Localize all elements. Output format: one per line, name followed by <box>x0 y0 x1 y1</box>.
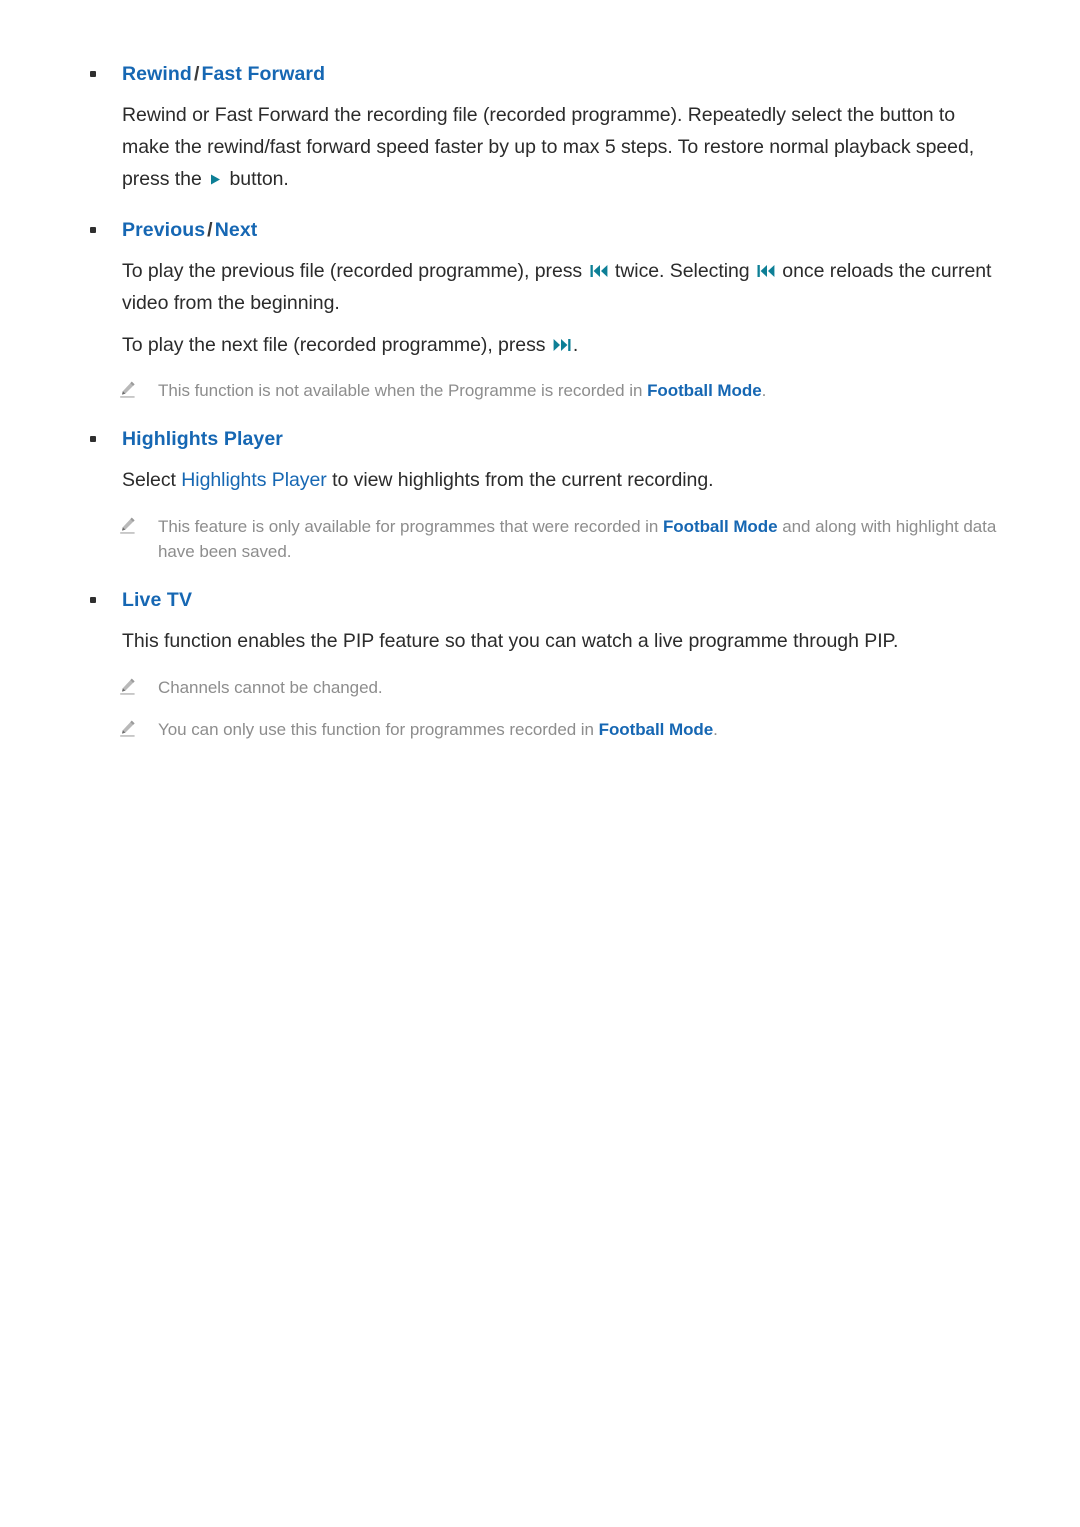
note-text: You can only use this function for progr… <box>158 720 718 739</box>
heading-secondary[interactable]: Next <box>215 219 258 241</box>
skip-back-icon <box>757 264 775 278</box>
bullet-heading-row: Previous / Next <box>80 218 1000 242</box>
pencil-note-icon <box>118 516 138 536</box>
text-run: To play the previous file (recorded prog… <box>122 260 588 283</box>
skip-forward-icon <box>553 338 571 352</box>
inline-term-bold: Football Mode <box>598 720 714 740</box>
text-run: This feature is only available for progr… <box>158 516 663 536</box>
text-run: . <box>761 381 767 401</box>
heading-primary[interactable]: Live TV <box>122 589 192 611</box>
bullet-dot-icon <box>90 71 96 77</box>
document-content: Rewind / Fast Forward Rewind or Fast Forwar… <box>80 62 1000 743</box>
section-highlights-player: Highlights Player Select Highlights Playe… <box>80 427 1000 565</box>
note-note-football-mode-unavailable: This function is not available when the … <box>80 378 1000 404</box>
text-run: to view highlights from the current reco… <box>326 469 714 492</box>
heading-rewind-fast-forward: Rewind / Fast Forward <box>122 62 1000 86</box>
inline-term-bold: Football Mode <box>647 381 762 401</box>
paragraph-live-tv-body: This function enables the PIP feature so… <box>80 626 1000 658</box>
text-run: twice. Selecting <box>609 260 755 283</box>
inline-term-bold: Football Mode <box>662 516 778 536</box>
heading-primary[interactable]: Rewind <box>122 63 192 85</box>
section-live-tv: Live TV This function enables the PIP fea… <box>80 588 1000 743</box>
note-text: This feature is only available for progr… <box>158 517 996 562</box>
bullet-dot-icon <box>90 227 96 234</box>
paragraph-rewind-body: Rewind or Fast Forward the recording fil… <box>80 100 1000 195</box>
play-icon <box>209 173 222 186</box>
text-run: This function enables the PIP feature so… <box>122 630 899 653</box>
heading-highlights-player: Highlights Player <box>122 427 1000 451</box>
text-run: . <box>572 333 579 356</box>
bullet-dot-icon <box>90 435 96 442</box>
heading-separator: / <box>207 219 213 242</box>
heading-secondary[interactable]: Fast Forward <box>201 63 325 85</box>
inline-term: Highlights Player <box>181 469 327 492</box>
document-page: Rewind / Fast Forward Rewind or Fast Forwar… <box>0 0 1080 1527</box>
note-text: This function is not available when the … <box>158 381 766 400</box>
text-run: button. <box>224 167 289 190</box>
pencil-note-icon <box>118 380 138 400</box>
bullet-dot-icon <box>90 596 96 603</box>
text-run: You can only use this function for progr… <box>158 720 599 740</box>
paragraph-previous-body: To play the previous file (recorded prog… <box>80 256 1000 319</box>
text-run: . <box>713 720 718 740</box>
section-previous-next: Previous / Next To play the previous file (… <box>80 218 1000 404</box>
skip-back-icon <box>590 264 608 278</box>
heading-previous-next: Previous / Next <box>122 218 1000 242</box>
bullet-heading-row: Live TV <box>80 588 1000 612</box>
heading-live-tv: Live TV <box>122 588 1000 612</box>
text-run: Select <box>122 469 182 492</box>
heading-primary[interactable]: Highlights Player <box>122 428 283 450</box>
pencil-note-icon <box>118 677 138 697</box>
pencil-note-icon <box>118 719 138 739</box>
paragraph-next-body: To play the next file (recorded programm… <box>80 330 1000 362</box>
text-run: To play the next file (recorded programm… <box>122 333 551 356</box>
section-rewind-fast-forward: Rewind / Fast Forward Rewind or Fast Forwar… <box>80 62 1000 195</box>
text-run: Channels cannot be changed. <box>158 677 383 697</box>
text-run: This function is not available when the … <box>158 381 648 401</box>
note-text: Channels cannot be changed. <box>158 678 383 697</box>
note-note-live-tv-football-mode: You can only use this function for progr… <box>80 717 1000 743</box>
bullet-heading-row: Highlights Player <box>80 427 1000 451</box>
paragraph-highlights-body: Select Highlights Player to view highlig… <box>80 465 1000 497</box>
note-note-highlights-football-mode: This feature is only available for progr… <box>80 514 1000 565</box>
note-note-channels-cannot-change: Channels cannot be changed. <box>80 675 1000 701</box>
heading-primary[interactable]: Previous <box>122 219 205 241</box>
bullet-heading-row: Rewind / Fast Forward <box>80 62 1000 86</box>
